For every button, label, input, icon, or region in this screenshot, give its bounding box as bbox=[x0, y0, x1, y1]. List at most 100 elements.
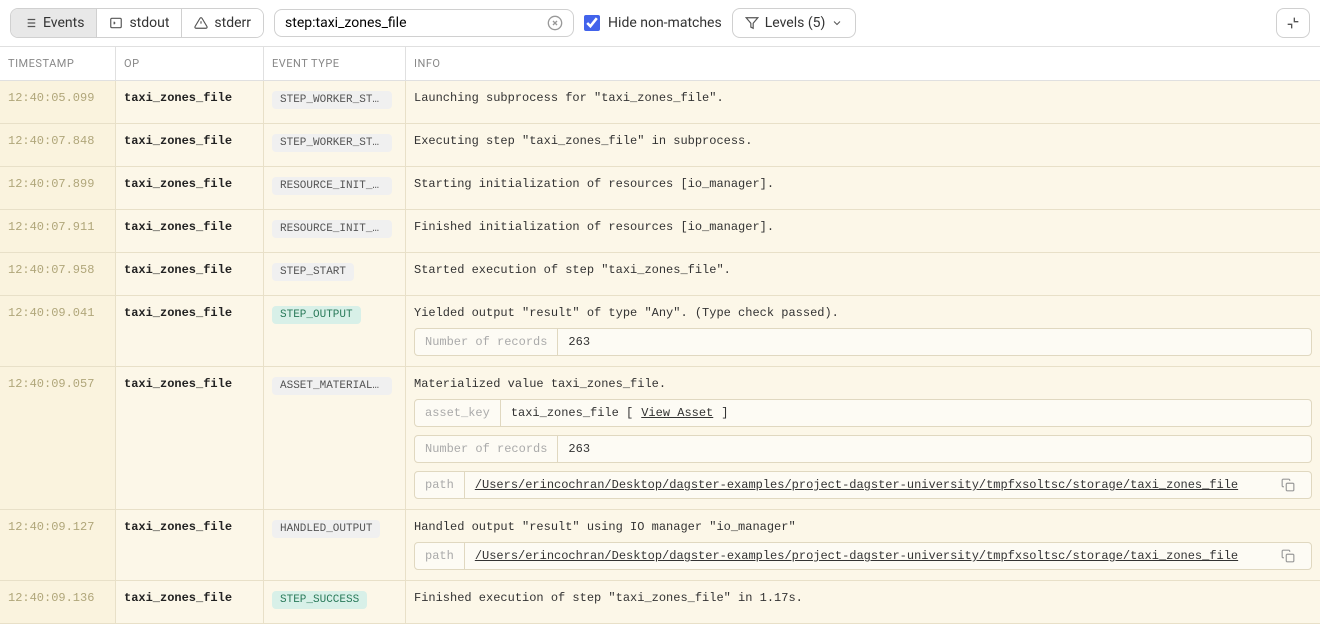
info-text: Finished execution of step "taxi_zones_f… bbox=[414, 591, 1312, 605]
copy-icon[interactable] bbox=[1281, 549, 1295, 563]
meta-label: path bbox=[415, 543, 465, 569]
event-type-cell: RESOURCE_INIT_SUC… bbox=[264, 210, 406, 252]
header-event-type: EVENT TYPE bbox=[264, 47, 406, 80]
filter-icon bbox=[745, 16, 759, 30]
meta-box: path/Users/erincochran/Desktop/dagster-e… bbox=[414, 471, 1312, 499]
timestamp-cell: 12:40:07.911 bbox=[0, 210, 116, 252]
collapse-button[interactable] bbox=[1276, 8, 1310, 38]
op-cell[interactable]: taxi_zones_file bbox=[116, 367, 264, 509]
timestamp-cell: 12:40:09.127 bbox=[0, 510, 116, 580]
hide-nonmatches-wrap[interactable]: Hide non-matches bbox=[584, 15, 722, 31]
meta-value: /Users/erincochran/Desktop/dagster-examp… bbox=[465, 472, 1311, 498]
event-type-cell: RESOURCE_INIT_STAR… bbox=[264, 167, 406, 209]
timestamp-cell: 12:40:09.057 bbox=[0, 367, 116, 509]
tab-stderr[interactable]: stderr bbox=[182, 9, 263, 37]
meta-value: /Users/erincochran/Desktop/dagster-examp… bbox=[465, 543, 1311, 569]
meta-value: taxi_zones_file [View Asset] bbox=[501, 400, 1311, 426]
tab-group: Events stdout stderr bbox=[10, 8, 264, 38]
tab-stdout[interactable]: stdout bbox=[97, 9, 182, 37]
event-type-badge: HANDLED_OUTPUT bbox=[272, 520, 380, 538]
event-type-cell: HANDLED_OUTPUT bbox=[264, 510, 406, 580]
hide-nonmatches-label: Hide non-matches bbox=[608, 15, 722, 31]
op-cell[interactable]: taxi_zones_file bbox=[116, 296, 264, 366]
clear-search-icon[interactable] bbox=[547, 15, 563, 31]
chevron-down-icon bbox=[831, 17, 843, 29]
table-row: 12:40:05.099taxi_zones_file STEP_WORKER_S… bbox=[0, 81, 1320, 124]
info-text: Executing step "taxi_zones_file" in subp… bbox=[414, 134, 1312, 148]
info-text: Launching subprocess for "taxi_zones_fil… bbox=[414, 91, 1312, 105]
info-cell: Started execution of step "taxi_zones_fi… bbox=[406, 253, 1320, 295]
header-info: INFO bbox=[406, 47, 1320, 80]
table-row: 12:40:07.958taxi_zones_file STEP_START Sta… bbox=[0, 253, 1320, 296]
meta-box: path/Users/erincochran/Desktop/dagster-e… bbox=[414, 542, 1312, 570]
info-text: Handled output "result" using IO manager… bbox=[414, 520, 1312, 534]
hide-nonmatches-checkbox[interactable] bbox=[584, 15, 600, 31]
view-asset-link[interactable]: View Asset bbox=[641, 406, 713, 420]
op-cell[interactable]: taxi_zones_file bbox=[116, 253, 264, 295]
info-cell: Starting initialization of resources [io… bbox=[406, 167, 1320, 209]
info-text: Starting initialization of resources [io… bbox=[414, 177, 1312, 191]
levels-dropdown[interactable]: Levels (5) bbox=[732, 8, 857, 38]
event-type-badge: STEP_START bbox=[272, 263, 354, 281]
event-type-badge: STEP_WORKER_STARTI… bbox=[272, 91, 392, 109]
op-cell[interactable]: taxi_zones_file bbox=[116, 210, 264, 252]
meta-box: Number of records263 bbox=[414, 328, 1312, 356]
meta-label: Number of records bbox=[415, 436, 558, 462]
event-type-badge: ASSET_MATERIALIZAT… bbox=[272, 377, 392, 395]
meta-value: 263 bbox=[558, 436, 1311, 462]
event-type-cell: STEP_SUCCESS bbox=[264, 581, 406, 623]
op-cell[interactable]: taxi_zones_file bbox=[116, 581, 264, 623]
info-cell: Finished execution of step "taxi_zones_f… bbox=[406, 581, 1320, 623]
table-header: TIMESTAMP OP EVENT TYPE INFO bbox=[0, 47, 1320, 81]
event-type-badge: RESOURCE_INIT_SUC… bbox=[272, 220, 392, 238]
meta-label: path bbox=[415, 472, 465, 498]
table-row: 12:40:07.848taxi_zones_file STEP_WORKER_S… bbox=[0, 124, 1320, 167]
header-timestamp: TIMESTAMP bbox=[0, 47, 116, 80]
meta-box: Number of records263 bbox=[414, 435, 1312, 463]
info-text: Materialized value taxi_zones_file. bbox=[414, 377, 1312, 391]
event-type-badge: STEP_SUCCESS bbox=[272, 591, 367, 609]
meta-link[interactable]: /Users/erincochran/Desktop/dagster-examp… bbox=[475, 478, 1238, 492]
info-text: Yielded output "result" of type "Any". (… bbox=[414, 306, 1312, 320]
event-type-cell: STEP_START bbox=[264, 253, 406, 295]
timestamp-cell: 12:40:07.958 bbox=[0, 253, 116, 295]
meta-value: 263 bbox=[558, 329, 1311, 355]
table-row: 12:40:09.041taxi_zones_fileSTEP_OUTPUTYi… bbox=[0, 296, 1320, 367]
meta-label: asset_key bbox=[415, 400, 501, 426]
event-type-badge: STEP_WORKER_STARTED bbox=[272, 134, 392, 152]
info-cell: Yielded output "result" of type "Any". (… bbox=[406, 296, 1320, 366]
search-wrap bbox=[274, 9, 574, 37]
info-cell: Finished initialization of resources [io… bbox=[406, 210, 1320, 252]
table-row: 12:40:09.127taxi_zones_file HANDLED_OUTPU… bbox=[0, 510, 1320, 581]
event-type-badge: RESOURCE_INIT_STAR… bbox=[272, 177, 392, 195]
search-input[interactable] bbox=[285, 15, 539, 31]
info-cell: Materialized value taxi_zones_file.asset… bbox=[406, 367, 1320, 509]
copy-icon[interactable] bbox=[1281, 478, 1295, 492]
event-type-cell: STEP_WORKER_STARTED bbox=[264, 124, 406, 166]
toolbar: Events stdout stderr Hide non-matches Le… bbox=[0, 0, 1320, 47]
event-type-cell: STEP_OUTPUT bbox=[264, 296, 406, 366]
timestamp-cell: 12:40:07.848 bbox=[0, 124, 116, 166]
info-cell: Executing step "taxi_zones_file" in subp… bbox=[406, 124, 1320, 166]
tab-events[interactable]: Events bbox=[11, 9, 97, 37]
timestamp-cell: 12:40:05.099 bbox=[0, 81, 116, 123]
meta-label: Number of records bbox=[415, 329, 558, 355]
event-type-badge: STEP_OUTPUT bbox=[272, 306, 361, 324]
info-text: Started execution of step "taxi_zones_fi… bbox=[414, 263, 1312, 277]
table-row: 12:40:07.899taxi_zones_fileRESOURCE_INIT… bbox=[0, 167, 1320, 210]
event-type-cell: ASSET_MATERIALIZAT… bbox=[264, 367, 406, 509]
tab-label: stderr bbox=[214, 15, 251, 31]
op-cell[interactable]: taxi_zones_file bbox=[116, 510, 264, 580]
info-text: Finished initialization of resources [io… bbox=[414, 220, 1312, 234]
tab-label: stdout bbox=[129, 15, 169, 31]
op-cell[interactable]: taxi_zones_file bbox=[116, 124, 264, 166]
meta-box: asset_keytaxi_zones_file [View Asset] bbox=[414, 399, 1312, 427]
op-cell[interactable]: taxi_zones_file bbox=[116, 167, 264, 209]
levels-label: Levels (5) bbox=[765, 15, 826, 31]
info-cell: Launching subprocess for "taxi_zones_fil… bbox=[406, 81, 1320, 123]
meta-link[interactable]: /Users/erincochran/Desktop/dagster-examp… bbox=[475, 549, 1238, 563]
list-icon bbox=[23, 16, 37, 30]
timestamp-cell: 12:40:09.136 bbox=[0, 581, 116, 623]
op-cell[interactable]: taxi_zones_file bbox=[116, 81, 264, 123]
terminal-icon bbox=[109, 16, 123, 30]
